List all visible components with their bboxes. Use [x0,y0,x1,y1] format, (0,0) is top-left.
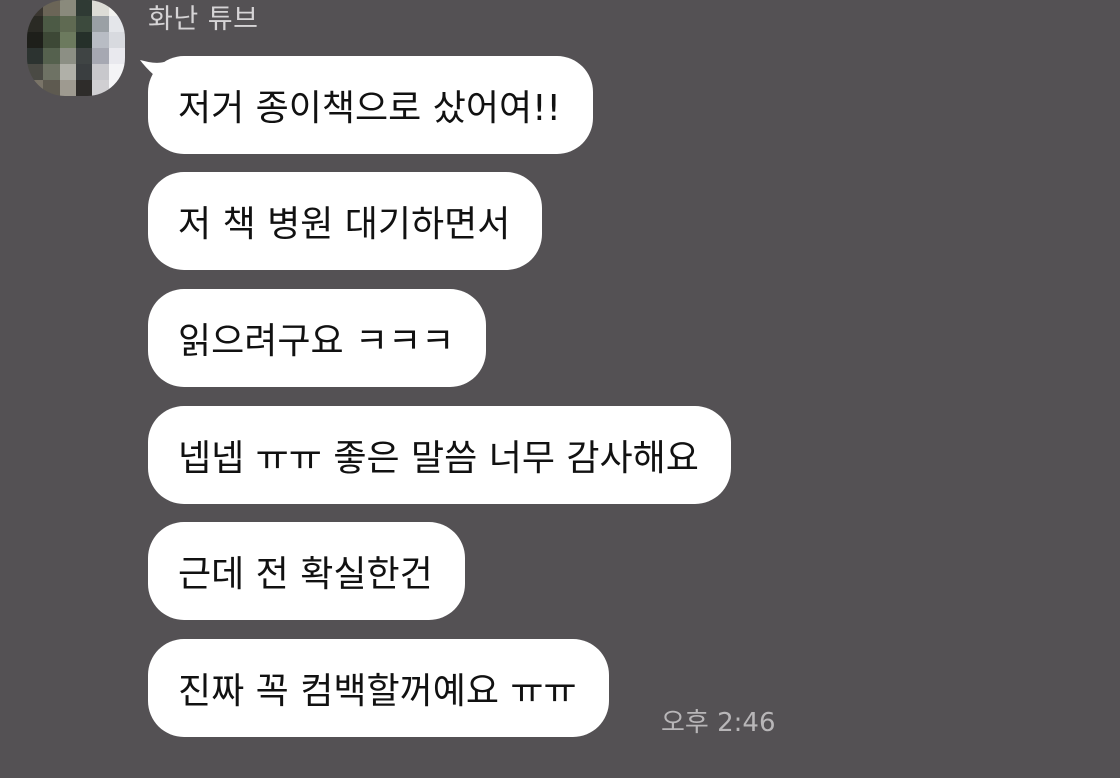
avatar-pixel [59,64,76,80]
message-bubble[interactable]: 넵넵 ㅠㅠ 좋은 말씀 너무 감사해요 [148,406,731,504]
avatar-pixel [59,80,76,96]
avatar-pixel [92,16,109,32]
avatar-pixel [76,48,93,64]
avatar-pixel [76,32,93,48]
avatar-pixel [92,80,109,96]
avatar-pixel [76,64,93,80]
avatar-pixel [59,32,76,48]
message-text: 읽으려구요 ㅋㅋㅋ [178,321,455,362]
avatar-pixel [43,0,60,16]
avatar-pixel [59,48,76,64]
avatar-pixel [43,32,60,48]
avatar-pixel [27,48,44,64]
avatar-pixel [27,16,44,32]
avatar-pixel [92,32,109,48]
sender-name: 화난 튜브 [148,4,259,35]
message-bubble[interactable]: 저 책 병원 대기하면서 [148,172,543,270]
message-bubble[interactable]: 읽으려구요 ㅋㅋㅋ [148,289,487,387]
message-text: 근데 전 확실한건 [178,554,433,595]
avatar-pixel [76,80,93,96]
avatar-pixel [108,0,125,16]
message-text: 저 책 병원 대기하면서 [178,204,511,245]
message-bubble[interactable]: 저거 종이책으로 샀어여!! [148,56,593,154]
sender-avatar[interactable] [27,0,125,96]
avatar-pixel [108,16,125,32]
avatar-pixel [108,80,125,96]
avatar-pixel [92,64,109,80]
avatar-pixel [27,0,44,16]
message-bubble[interactable]: 근데 전 확실한건 [148,522,465,620]
avatar-pixel [76,0,93,16]
message-timestamp: 오후 2:46 [661,708,776,738]
avatar-pixel [108,64,125,80]
message-text: 넵넵 ㅠㅠ 좋은 말씀 너무 감사해요 [178,438,699,479]
message-text: 저거 종이책으로 샀어여!! [178,88,561,129]
avatar-pixel [27,64,44,80]
avatar-pixel [92,0,109,16]
avatar-pixel [43,80,60,96]
avatar-pixel [43,64,60,80]
avatar-pixel [76,16,93,32]
message-text: 진짜 꼭 컴백할꺼예요 ㅠㅠ [178,671,577,712]
avatar-pixel [59,16,76,32]
avatar-pixel [43,16,60,32]
avatar-pixel [92,48,109,64]
message-bubble[interactable]: 진짜 꼭 컴백할꺼예요 ㅠㅠ [148,639,609,737]
avatar-pixel [59,0,76,16]
avatar-pixel [43,48,60,64]
avatar-pixel [108,32,125,48]
avatar-pixel [27,80,44,96]
avatar-pixel [27,32,44,48]
avatar-pixel [108,48,125,64]
